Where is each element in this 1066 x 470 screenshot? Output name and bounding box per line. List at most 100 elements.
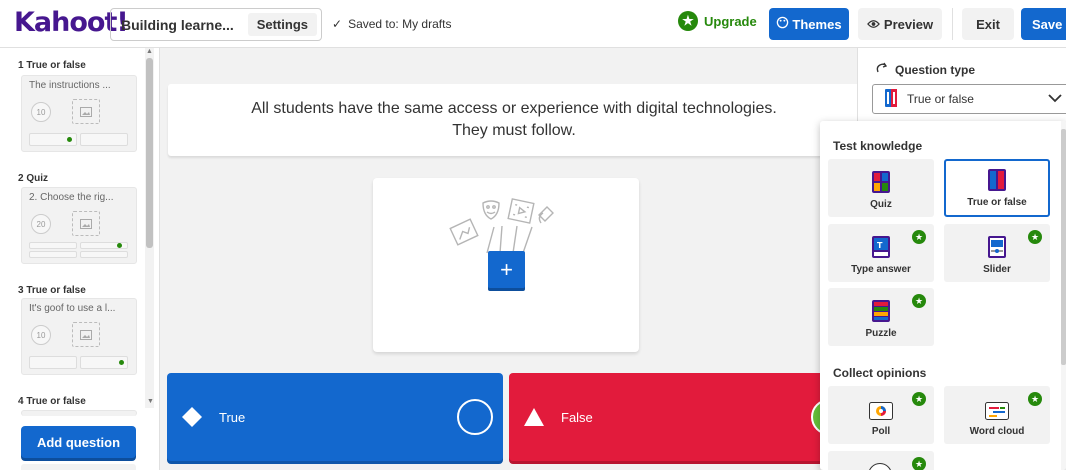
premium-star-icon: ★ bbox=[1028, 392, 1042, 406]
type-option-label: Word cloud bbox=[969, 426, 1025, 437]
answer-false-label: False bbox=[561, 409, 593, 425]
scroll-up-icon[interactable]: ▲ bbox=[146, 48, 153, 55]
check-icon: ✓ bbox=[332, 17, 343, 31]
save-status: ✓ Saved to: My drafts bbox=[332, 17, 451, 31]
upgrade-button[interactable]: ★ Upgrade bbox=[678, 11, 757, 31]
premium-star-icon: ★ bbox=[912, 457, 926, 470]
collect-opinions-heading: Collect opinions bbox=[833, 366, 927, 380]
correct-dot bbox=[117, 243, 122, 248]
preview-button[interactable]: Preview bbox=[858, 8, 942, 40]
eye-icon bbox=[866, 17, 880, 32]
type-option-word-cloud[interactable]: ★ Word cloud bbox=[944, 386, 1050, 444]
premium-star-icon: ★ bbox=[912, 392, 926, 406]
exit-button[interactable]: Exit bbox=[962, 8, 1014, 40]
slide-1-label: 1 True or false bbox=[18, 60, 86, 71]
true-false-icon bbox=[988, 169, 1006, 191]
premium-star-icon: ★ bbox=[912, 294, 926, 308]
add-media-button[interactable]: + bbox=[488, 251, 525, 288]
type-option-true-or-false[interactable]: True or false bbox=[944, 159, 1050, 217]
star-icon: ★ bbox=[678, 11, 698, 31]
next-option-preview: ★ bbox=[828, 451, 934, 470]
add-question-button[interactable]: Add question bbox=[21, 426, 136, 458]
slider-icon bbox=[988, 236, 1006, 258]
scrollbar-thumb[interactable] bbox=[146, 58, 153, 248]
type-option-label: Puzzle bbox=[865, 328, 897, 339]
slide-1-timer: 10 bbox=[31, 102, 51, 122]
answer-preview bbox=[80, 133, 128, 146]
answer-preview bbox=[29, 356, 77, 369]
type-answer-icon: T bbox=[872, 236, 890, 258]
slide-2-timer: 20 bbox=[31, 214, 51, 234]
question-input[interactable]: All students have the same access or exp… bbox=[168, 84, 860, 156]
type-option-poll[interactable]: ★ Poll bbox=[828, 386, 934, 444]
answer-preview bbox=[80, 251, 128, 258]
type-option-label: Type answer bbox=[851, 264, 911, 275]
upgrade-label: Upgrade bbox=[704, 13, 757, 29]
save-button[interactable]: Save bbox=[1021, 8, 1066, 40]
correct-dot bbox=[67, 137, 72, 142]
scroll-down-icon[interactable]: ▼ bbox=[147, 398, 154, 405]
preview-label: Preview bbox=[883, 16, 934, 32]
kahoot-title: Building learne... bbox=[121, 16, 234, 33]
slide-4-card[interactable] bbox=[21, 410, 137, 416]
palette-icon bbox=[776, 16, 789, 32]
slide-1-preview: The instructions ... bbox=[29, 80, 111, 91]
scrollbar-thumb[interactable] bbox=[1061, 129, 1066, 365]
type-option-label: True or false bbox=[967, 197, 1027, 208]
slide-3-label: 3 True or false bbox=[18, 285, 86, 296]
correct-dot bbox=[119, 360, 124, 365]
option-icon-partial bbox=[868, 463, 892, 470]
settings-button[interactable]: Settings bbox=[247, 13, 317, 36]
answer-preview bbox=[29, 242, 77, 249]
type-option-type-answer[interactable]: ★ T Type answer bbox=[828, 224, 934, 282]
answer-true-label: True bbox=[219, 409, 246, 425]
question-line-1: All students have the same access or exp… bbox=[251, 100, 777, 117]
svg-text:T: T bbox=[877, 241, 883, 250]
type-option-slider[interactable]: ★ Slider bbox=[944, 224, 1050, 282]
slide-3-card[interactable]: It's goof to use a l... 10 bbox=[21, 298, 137, 375]
type-option-puzzle[interactable]: ★ Puzzle bbox=[828, 288, 934, 346]
question-line-2: They must follow. bbox=[452, 122, 576, 139]
kahoot-title-field[interactable]: Building learne... Settings bbox=[110, 8, 322, 41]
mark-correct-toggle[interactable] bbox=[457, 399, 493, 435]
save-status-text: Saved to: My drafts bbox=[348, 17, 452, 31]
type-option-quiz[interactable]: Quiz bbox=[828, 159, 934, 217]
premium-star-icon: ★ bbox=[1028, 230, 1042, 244]
slide-3-timer: 10 bbox=[31, 325, 51, 345]
slide-2-preview: 2. Choose the rig... bbox=[29, 192, 114, 203]
poll-icon bbox=[869, 402, 893, 420]
chevron-down-icon bbox=[1048, 92, 1062, 106]
answer-preview bbox=[29, 251, 77, 258]
question-type-dropdown: Test knowledge Quiz True or false ★ T Ty… bbox=[820, 121, 1066, 470]
slide-2-card[interactable]: 2. Choose the rig... 20 bbox=[21, 187, 137, 264]
triangle-icon bbox=[521, 404, 547, 430]
slide-4-label: 4 True or false bbox=[18, 396, 86, 407]
answer-false-tile[interactable]: False bbox=[509, 373, 849, 461]
word-cloud-icon bbox=[985, 402, 1009, 420]
image-placeholder-icon bbox=[72, 99, 100, 124]
diamond-icon bbox=[179, 404, 205, 430]
top-bar: Kahoot! Building learne... Settings ✓ Sa… bbox=[0, 0, 1066, 48]
puzzle-icon bbox=[872, 300, 890, 322]
image-placeholder-icon bbox=[72, 211, 100, 236]
type-option-label: Poll bbox=[871, 426, 891, 437]
true-false-icon bbox=[885, 88, 897, 110]
themes-label: Themes bbox=[792, 16, 842, 32]
slide-2-label: 2 Quiz bbox=[18, 173, 49, 184]
question-type-select[interactable]: True or false bbox=[872, 84, 1066, 114]
divider bbox=[952, 8, 953, 40]
slides-sidebar: 1 True or false The instructions ... 10 … bbox=[0, 48, 160, 470]
sidebar-footer bbox=[21, 464, 136, 470]
type-option-label: Quiz bbox=[870, 199, 892, 210]
themes-button[interactable]: Themes bbox=[769, 8, 849, 40]
question-text: All students have the same access or exp… bbox=[194, 98, 834, 142]
selected-question-type: True or false bbox=[907, 92, 974, 106]
test-knowledge-heading: Test knowledge bbox=[833, 139, 923, 153]
slide-1-card[interactable]: The instructions ... 10 bbox=[21, 75, 137, 152]
question-type-icon bbox=[875, 61, 889, 78]
sidebar-scrollbar[interactable]: ▲ ▼ bbox=[145, 48, 154, 408]
type-option-label: Slider bbox=[983, 264, 1011, 275]
answer-true-tile[interactable]: True bbox=[167, 373, 503, 461]
dropdown-scrollbar[interactable] bbox=[1061, 121, 1066, 470]
media-upload-area[interactable]: + bbox=[373, 178, 639, 352]
